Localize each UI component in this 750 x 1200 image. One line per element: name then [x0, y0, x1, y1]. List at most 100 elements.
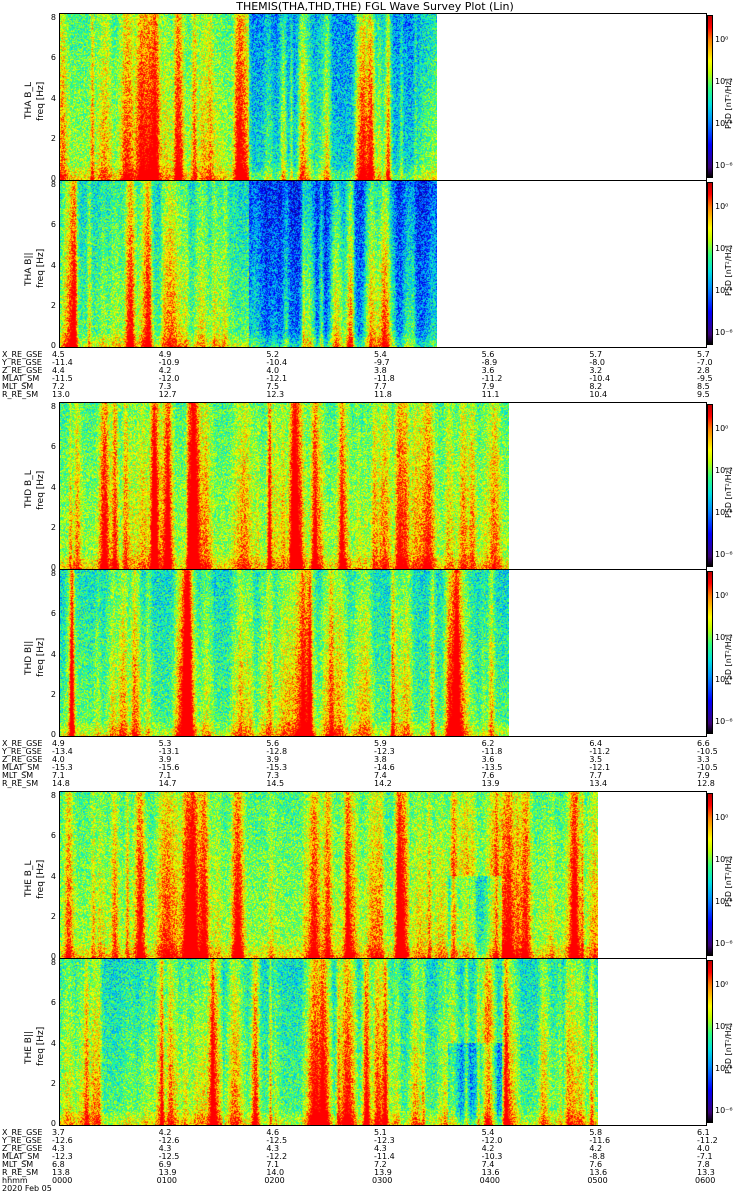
colorbar-tick-label: 10⁻⁶: [715, 1106, 733, 1115]
colorbar-tick-label: 10⁻⁶: [715, 550, 733, 559]
freq-axis-label: freq [Hz]: [36, 248, 46, 288]
freq-axis-label: freq [Hz]: [36, 1026, 46, 1066]
colorbar-title: PSD [nT²/Hz]: [724, 855, 733, 907]
panel-ylabel: THA B||: [24, 251, 34, 286]
y-tick-label: 2: [50, 1078, 56, 1088]
y-tick-label: 4: [50, 871, 56, 881]
ephemeris-row-label: R_RE_SM: [2, 390, 39, 399]
panel-ylabel: THE B_L: [24, 859, 34, 897]
y-tick-label: 2: [50, 300, 56, 310]
panel-ylabel: THA B_L: [24, 81, 34, 119]
colorbar: [707, 793, 713, 956]
y-tick-label: 6: [50, 220, 56, 230]
freq-axis-label: freq [Hz]: [36, 637, 46, 677]
ephemeris-value: 14.5: [266, 779, 285, 788]
colorbar-tick-label: 10⁰: [715, 35, 729, 44]
ephemeris-value: 13.9: [481, 779, 500, 788]
y-tick-label: 6: [50, 609, 56, 619]
spectrogram-image: [60, 570, 509, 736]
colorbar-tick-label: 10⁻⁶: [715, 161, 733, 170]
spectrogram-panel: [59, 958, 707, 1126]
colorbar-title: PSD [nT²/Hz]: [724, 1022, 733, 1074]
time-tick-label: 0600: [695, 1176, 716, 1185]
y-tick-label: 2: [50, 522, 56, 532]
plot-title: THEMIS(THA,THD,THE) FGL Wave Survey Plot…: [236, 0, 514, 13]
y-tick-label: 0: [50, 1119, 56, 1128]
spectrogram-image: [60, 792, 598, 958]
spectrogram-image: [60, 959, 598, 1125]
spectrogram-panel: [59, 13, 707, 181]
y-tick-label: 6: [50, 998, 56, 1008]
y-tick-label: 8: [50, 569, 56, 578]
colorbar: [707, 182, 713, 345]
date-label: 2020 Feb 05: [2, 1184, 52, 1193]
y-tick-label: 0: [50, 341, 56, 350]
y-tick-label: 4: [50, 93, 56, 103]
spectrogram-image: [60, 403, 509, 569]
ephemeris-value: 11.1: [481, 390, 500, 399]
time-tick-label: 0500: [587, 1176, 608, 1185]
colorbar-title: PSD [nT²/Hz]: [724, 244, 733, 296]
ephemeris-value: 12.3: [266, 390, 285, 399]
spectrogram-image: [60, 181, 437, 347]
spectrogram-panel: [59, 402, 707, 570]
colorbar-tick-label: 10⁰: [715, 202, 729, 211]
ephemeris-value: 13.4: [589, 779, 608, 788]
freq-axis-label: freq [Hz]: [36, 859, 46, 899]
colorbar-tick-label: 10⁰: [715, 813, 729, 822]
time-tick-label: 0000: [52, 1176, 73, 1185]
spectrogram-image: [60, 14, 437, 180]
y-tick-label: 2: [50, 689, 56, 699]
colorbar-title: PSD [nT²/Hz]: [724, 633, 733, 685]
colorbar: [707, 404, 713, 567]
colorbar-tick-label: 10⁻⁶: [715, 717, 733, 726]
time-tick-label: 0400: [479, 1176, 501, 1185]
spectrogram-panel: [59, 791, 707, 959]
colorbar-tick-label: 10⁰: [715, 424, 729, 433]
panel-ylabel: THE B||: [24, 1030, 34, 1064]
y-tick-label: 8: [50, 958, 56, 967]
y-tick-label: 8: [50, 180, 56, 189]
y-tick-label: 6: [50, 831, 56, 841]
spectrogram-panel: [59, 180, 707, 348]
colorbar-title: PSD [nT²/Hz]: [724, 466, 733, 518]
y-tick-label: 4: [50, 482, 56, 492]
y-tick-label: 8: [50, 13, 56, 22]
colorbar-tick-label: 10⁻⁶: [715, 328, 733, 337]
time-tick-label: 0100: [156, 1176, 178, 1185]
panel-ylabel: THD B||: [24, 640, 34, 675]
y-tick-label: 4: [50, 1038, 56, 1048]
y-tick-label: 6: [50, 53, 56, 63]
colorbar-tick-label: 10⁰: [715, 591, 729, 600]
ephemeris-value: 14.2: [374, 779, 392, 788]
y-tick-label: 4: [50, 649, 56, 659]
ephemeris-value: 14.8: [52, 779, 70, 788]
y-tick-label: 2: [50, 133, 56, 143]
panel-ylabel: THD B_L: [24, 469, 34, 508]
y-tick-label: 2: [50, 911, 56, 921]
freq-axis-label: freq [Hz]: [36, 470, 46, 510]
colorbar-tick-label: 10⁰: [715, 980, 729, 989]
y-tick-label: 6: [50, 442, 56, 452]
colorbar: [707, 960, 713, 1123]
y-tick-label: 0: [50, 730, 56, 739]
ephemeris-value: 13.0: [52, 390, 70, 399]
ephemeris-row-label: R_RE_SM: [2, 779, 39, 788]
colorbar-title: PSD [nT²/Hz]: [724, 77, 733, 129]
freq-axis-label: freq [Hz]: [36, 81, 46, 121]
colorbar: [707, 571, 713, 734]
colorbar: [707, 15, 713, 178]
ephemeris-value: 12.8: [697, 779, 715, 788]
y-tick-label: 8: [50, 791, 56, 800]
ephemeris-value: 10.4: [589, 390, 608, 399]
ephemeris-value: 11.8: [374, 390, 392, 399]
time-tick-label: 0300: [372, 1176, 393, 1185]
spectrogram-panel: [59, 569, 707, 737]
y-tick-label: 8: [50, 402, 56, 411]
ephemeris-value: 14.7: [158, 779, 177, 788]
ephemeris-value: 9.5: [697, 390, 710, 399]
y-tick-label: 4: [50, 260, 56, 270]
colorbar-tick-label: 10⁻⁶: [715, 939, 733, 948]
ephemeris-value: 12.7: [158, 390, 177, 399]
time-tick-label: 0200: [264, 1176, 285, 1185]
